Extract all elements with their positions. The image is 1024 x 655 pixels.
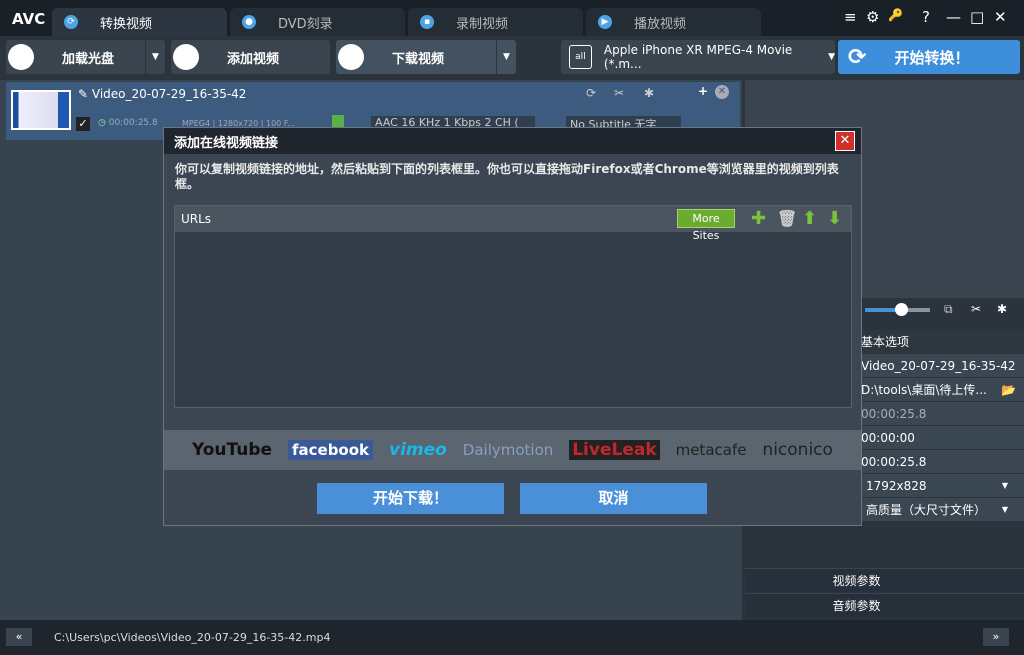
magic-wand-icon[interactable]: ✱ <box>997 302 1007 316</box>
quality-text: 高质量（大尺寸文件） <box>866 503 987 517</box>
disc-add-icon <box>8 44 34 70</box>
dialog-description: 你可以复制视频链接的地址，然后粘贴到下面的列表框里。你也可以直接拖动Firefo… <box>175 162 839 191</box>
collapse-left-button[interactable]: « <box>6 628 32 646</box>
tab-label: 播放视频 <box>634 16 687 32</box>
file-path: C:\Users\pc\Videos\Video_20-07-29_16-35-… <box>54 631 331 644</box>
chevron-down-icon: ▼ <box>1001 505 1008 514</box>
audio-params-button[interactable]: 音频参数 <box>745 593 1024 617</box>
tab-play[interactable]: ▶ 播放视频 <box>586 8 761 36</box>
magic-wand-icon[interactable]: ✱ <box>644 86 654 100</box>
toolbar: 加载光盘 ▼ 添加视频 下载视频 ▼ all Apple iPhone XR MPEG… <box>0 36 1024 80</box>
cancel-button[interactable]: 取消 <box>520 483 707 514</box>
close-icon[interactable]: ✕ <box>994 8 1007 26</box>
video-thumbnail <box>11 90 71 130</box>
folder-open-icon[interactable]: 📂 <box>1001 378 1016 402</box>
arrow-down-icon[interactable]: ⬇ <box>827 209 842 229</box>
basic-options-header[interactable]: 基本选项 <box>858 330 1024 354</box>
camera-icon: ▪ <box>420 15 434 29</box>
sync-icon[interactable]: ⟳ <box>586 86 596 100</box>
start-download-button[interactable]: 开始下载！ <box>317 483 504 514</box>
profile-icon: all <box>569 45 592 69</box>
tab-convert[interactable]: ⟳ 转换视频 <box>52 8 227 36</box>
dailymotion-logo: Dailymotion <box>462 441 554 459</box>
key-icon[interactable]: 🔑 <box>888 8 903 22</box>
quality-select[interactable]: 高质量（大尺寸文件） ▼ <box>858 498 1024 522</box>
film-add-icon <box>173 44 199 70</box>
output-filename[interactable]: Video_20-07-29_16-35-42 <box>858 354 1024 378</box>
play-icon: ▶ <box>598 15 612 29</box>
add-icon[interactable]: + <box>698 84 708 98</box>
filename-text: Video_20-07-29_16-35-42 <box>91 87 247 101</box>
urls-header-label: URLs <box>181 212 212 226</box>
scissors-icon[interactable]: ✂ <box>614 86 624 100</box>
label: 开始转换！ <box>894 48 970 67</box>
output-folder-text: D:\tools\桌面\待上传... <box>861 383 987 397</box>
profile-label: Apple iPhone XR MPEG-4 Movie (*.m... <box>603 43 793 71</box>
tab-label: 录制视频 <box>456 16 509 32</box>
niconico-logo: niconico <box>762 440 833 460</box>
disc-icon: ● <box>242 15 256 29</box>
arrow-up-icon[interactable]: ⬆ <box>802 209 817 229</box>
video-params-button[interactable]: 视频参数 <box>745 568 1024 592</box>
load-disc-button[interactable]: 加载光盘 ▼ <box>6 40 165 74</box>
label: 添加视频 <box>227 51 280 67</box>
duration-text: 00:00:25.8 <box>108 118 158 128</box>
chevron-down-icon: ▼ <box>828 52 835 62</box>
duration: ◷ 00:00:25.8 <box>98 118 158 128</box>
end-time-field[interactable]: 00:00:25.8 <box>858 450 1024 474</box>
more-sites-button[interactable]: More Sites <box>677 209 735 242</box>
output-folder[interactable]: D:\tools\桌面\待上传... 📂 <box>858 378 1024 402</box>
help-icon[interactable]: ? <box>922 8 930 26</box>
convert-icon: ⟳ <box>64 15 78 29</box>
facebook-logo: facebook <box>287 440 374 460</box>
checkbox[interactable]: ✓ <box>76 117 90 131</box>
status-bar: « C:\Users\pc\Videos\Video_20-07-29_16-3… <box>0 620 1024 655</box>
add-icon[interactable]: ✚ <box>751 209 766 229</box>
youtube-logo: YouTube <box>191 440 273 460</box>
url-list-header: URLs More Sites ✚ 🗑 ⬆ ⬇ <box>175 206 851 242</box>
add-video-button[interactable]: 添加视频 <box>171 40 330 74</box>
metacafe-logo: metacafe <box>675 441 747 459</box>
copy-icon[interactable]: ⧉ <box>944 302 953 317</box>
site-logos: YouTube facebook vimeo Dailymotion LiveL… <box>164 430 861 470</box>
start-convert-button[interactable]: ⟳ 开始转换！ <box>838 40 1020 74</box>
profile-select[interactable]: all Apple iPhone XR MPEG-4 Movie (*.m... ▼ <box>561 40 835 74</box>
resolution-select[interactable]: 1792x828 ▼ <box>858 474 1024 498</box>
liveleak-logo: LiveLeak <box>569 440 660 460</box>
chevron-down-icon: ▼ <box>1001 481 1008 490</box>
download-video-button[interactable]: 下载视频 ▼ <box>336 40 516 74</box>
url-list[interactable]: URLs More Sites ✚ 🗑 ⬆ ⬇ <box>174 205 852 408</box>
expand-right-button[interactable]: » <box>983 628 1009 646</box>
globe-download-icon <box>338 44 364 70</box>
maximize-icon[interactable]: □ <box>970 8 984 26</box>
resolution-text: 1792x828 <box>866 479 927 493</box>
tab-label: 转换视频 <box>100 16 153 32</box>
menu-icon[interactable]: ≡ <box>844 8 857 26</box>
app-logo: AVC <box>12 10 46 28</box>
tab-dvd[interactable]: ● DVD刻录 <box>230 8 405 36</box>
remove-icon[interactable]: ✕ <box>715 85 729 99</box>
volume-slider[interactable] <box>865 303 930 316</box>
refresh-icon: ⟳ <box>848 44 867 70</box>
start-time-field[interactable]: 00:00:00 <box>858 426 1024 450</box>
tab-record[interactable]: ▪ 录制视频 <box>408 8 583 36</box>
settings-icon[interactable]: ⚙ <box>866 8 879 26</box>
label: 加载光盘 <box>62 51 115 67</box>
duration-field: 00:00:25.8 <box>858 402 1024 426</box>
trash-icon[interactable]: 🗑 <box>777 209 797 229</box>
title-bar: AVC ⟳ 转换视频 ● DVD刻录 ▪ 录制视频 ▶ 播放视频 ≡ ⚙ 🔑 ? — □… <box>0 0 1024 36</box>
chevron-down-icon[interactable]: ▼ <box>496 40 516 74</box>
vimeo-logo: vimeo <box>388 440 447 460</box>
label: 下载视频 <box>392 51 445 67</box>
minimize-icon[interactable]: — <box>946 8 961 26</box>
chevron-down-icon[interactable]: ▼ <box>145 40 165 74</box>
tab-label: DVD刻录 <box>278 16 333 32</box>
filename: ✎ Video_20-07-29_16-35-42 <box>78 87 247 101</box>
close-button[interactable]: ✕ <box>835 131 855 151</box>
add-online-video-dialog: 添加在线视频链接 ✕ 你可以复制视频链接的地址，然后粘贴到下面的列表框里。你也可… <box>163 127 862 526</box>
scissors-icon[interactable]: ✂ <box>971 302 981 316</box>
dialog-title: 添加在线视频链接 <box>164 128 861 154</box>
